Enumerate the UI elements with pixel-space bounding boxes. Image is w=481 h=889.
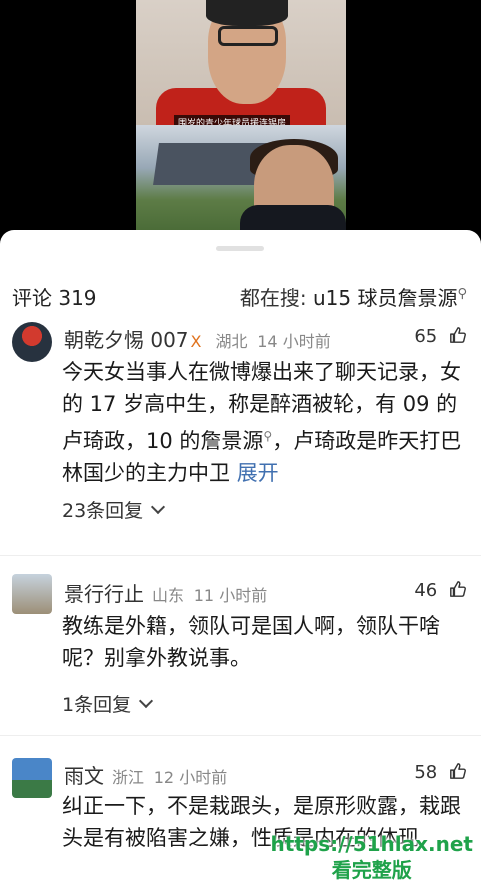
comment-sheet: 评论 319 都在搜: u15 球员詹景源⚲ 朝乾夕惕 007 X 湖北 14 小时… [0, 230, 481, 889]
chevron-down-icon [151, 499, 166, 515]
like-count: 46 [414, 580, 438, 601]
like-count: 65 [414, 326, 438, 347]
username[interactable]: 雨文 [64, 764, 104, 788]
like-button[interactable]: 58 [414, 762, 467, 783]
search-suggestion[interactable]: 都在搜: u15 球员詹景源⚲ [240, 282, 467, 311]
avatar[interactable] [12, 758, 52, 798]
divider [0, 735, 481, 736]
view-replies-button[interactable]: 1条回复 [62, 690, 154, 717]
vip-badge-icon: X [190, 332, 202, 351]
watermark-url: https://51hlax.net [270, 832, 473, 856]
video-frame[interactable]: 围岁的青少年球员援连锡房 [136, 0, 346, 232]
thumbs-up-icon [450, 763, 466, 779]
timestamp: 14 小时前 [257, 332, 331, 351]
comment-meta: 朝乾夕惕 007 X 湖北 14 小时前 [64, 324, 331, 353]
thumbs-up-icon [450, 581, 466, 597]
thumbs-up-icon [450, 327, 466, 343]
avatar[interactable] [12, 322, 52, 362]
watermark-label: 看完整版 [331, 858, 412, 882]
location: 湖北 [215, 332, 248, 351]
like-button[interactable]: 65 [414, 326, 467, 347]
divider [0, 555, 481, 556]
comment-meta: 雨文 浙江 12 小时前 [64, 760, 227, 789]
comment-meta: 景行行止 山东 11 小时前 [64, 578, 267, 607]
view-replies-button[interactable]: 23条回复 [62, 496, 166, 523]
like-button[interactable]: 46 [414, 580, 467, 601]
like-count: 58 [414, 762, 438, 783]
timestamp: 12 小时前 [153, 768, 228, 787]
comment-text: 今天女当事人在微博爆出来了聊天记录，女的 17 岁高中生，称是醉酒被轮，有 09… [62, 360, 462, 485]
username[interactable]: 景行行止 [64, 582, 144, 606]
comment-text: 教练是外籍，领队可是国人啊，领队干啥呢？别拿外教说事。 [62, 614, 440, 670]
expand-link[interactable]: 展开 [237, 461, 279, 485]
location: 山东 [152, 586, 185, 605]
location: 浙江 [112, 768, 145, 787]
timestamp: 11 小时前 [193, 586, 268, 605]
video-area[interactable]: 围岁的青少年球员援连锡房 [0, 0, 481, 232]
chevron-down-icon [139, 693, 154, 709]
comments-label: 评论 [12, 286, 52, 310]
comments-header: 评论 319 [12, 282, 97, 311]
search-icon: ⚲ [263, 429, 273, 443]
watermark: https://51hlax.net 看完整版 [271, 831, 473, 883]
search-keyword[interactable]: u15 球员詹景源 [313, 286, 457, 310]
video-bottom-panel [136, 125, 346, 232]
avatar[interactable] [12, 574, 52, 614]
username[interactable]: 朝乾夕惕 007 [64, 328, 189, 352]
topic-link[interactable]: 詹景源 [200, 429, 263, 453]
search-icon: ⚲ [457, 286, 467, 302]
drag-handle[interactable] [216, 246, 264, 251]
comments-count: 319 [58, 286, 97, 310]
video-top-panel [136, 0, 346, 128]
search-prefix: 都在搜: [239, 286, 307, 310]
